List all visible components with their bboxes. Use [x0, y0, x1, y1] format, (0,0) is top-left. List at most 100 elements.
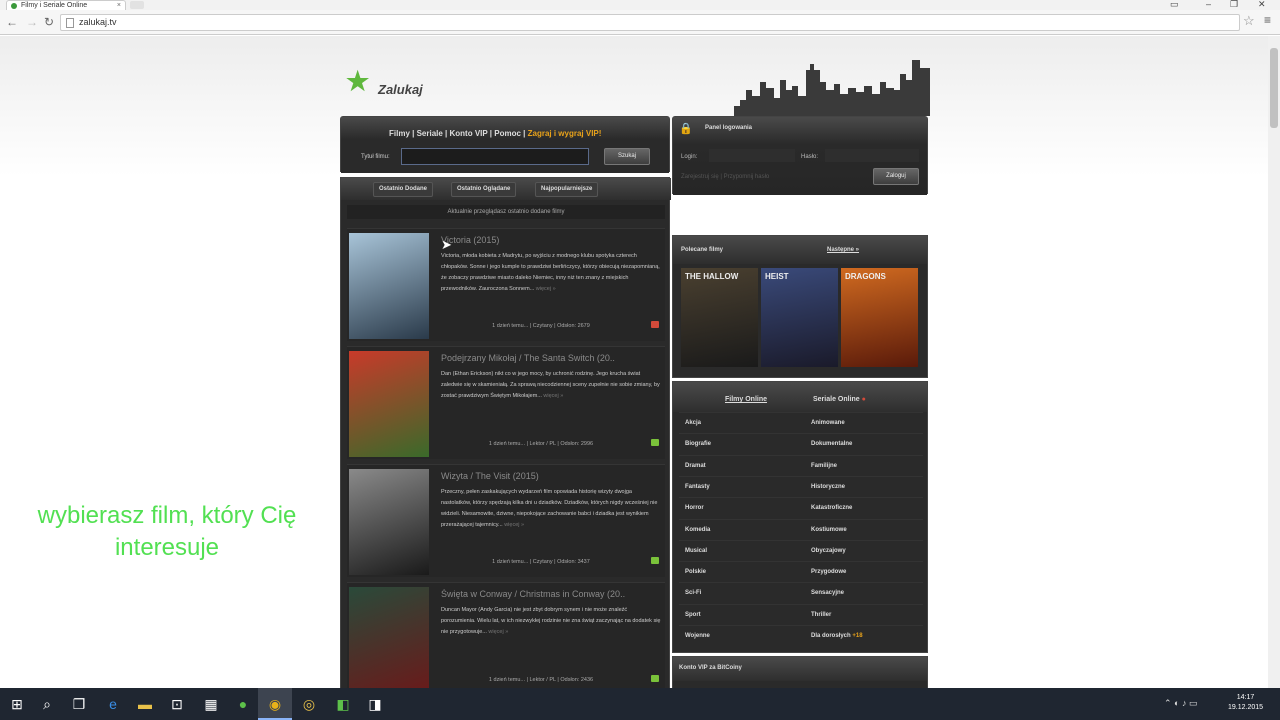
category-row: Biografie Dokumentalne: [679, 433, 923, 453]
nav-vip-link[interactable]: Zagraj i wygraj VIP!: [528, 129, 602, 138]
category-row: Fantasty Historyczne: [679, 475, 923, 496]
film-category-link[interactable]: Fantasty: [685, 484, 710, 490]
app-yellow-icon[interactable]: ◎: [292, 688, 326, 720]
tab-recently-watched[interactable]: Ostatnio Oglądane: [451, 182, 517, 197]
film-category-link[interactable]: Dramat: [685, 463, 706, 469]
series-category-link[interactable]: Katastroficzne: [811, 505, 852, 511]
series-category-link[interactable]: Obyczajowy: [811, 548, 846, 554]
close-tab-icon[interactable]: ×: [117, 1, 121, 10]
film-category-link[interactable]: Wojenne: [685, 633, 710, 639]
film-category-link[interactable]: Polskie: [685, 569, 706, 575]
address-bar[interactable]: zalukaj.tv: [60, 14, 1240, 31]
series-online-heading[interactable]: Seriale Online ●: [813, 396, 866, 403]
movie-title[interactable]: Wizyta / The Visit (2015): [441, 471, 661, 481]
app-green-icon[interactable]: ●: [226, 688, 260, 720]
thumb-up-icon: [651, 439, 659, 446]
series-category-link[interactable]: Dokumentalne: [811, 441, 852, 447]
tab-recently-added[interactable]: Ostatnio Dodane: [373, 182, 434, 197]
store-icon[interactable]: ⊡: [160, 688, 194, 720]
user-icon[interactable]: ▭: [1170, 0, 1179, 9]
movie-meta: 1 dzień temu... | Lektor / PL | Odsłon: …: [488, 677, 594, 683]
star-icon[interactable]: ☆: [1243, 13, 1255, 29]
skyline-graphic: [734, 60, 930, 116]
featured-poster-label: HEIST: [765, 272, 789, 281]
featured-poster[interactable]: HEIST: [761, 268, 838, 367]
more-link[interactable]: więcej »: [536, 286, 556, 292]
register-links[interactable]: Zarejestruj się | Przypomnij hasło: [681, 174, 769, 180]
system-tray-icons[interactable]: ⌃ ◐ ♪ ▭: [1164, 698, 1197, 709]
movie-poster[interactable]: [349, 233, 429, 339]
film-category-link[interactable]: Sci-Fi: [685, 590, 701, 596]
featured-poster[interactable]: THE HALLOW: [681, 268, 758, 367]
movie-title[interactable]: Victoria (2015): [441, 235, 661, 245]
reload-icon[interactable]: ↻: [44, 15, 54, 29]
category-row: Horror Katastroficzne: [679, 497, 923, 517]
tab-most-popular[interactable]: Najpopularniejsze: [535, 182, 599, 197]
series-category-link[interactable]: Historyczne: [811, 484, 845, 490]
edge-icon[interactable]: e: [96, 688, 130, 720]
series-category-link[interactable]: Dla dorosłych +18: [811, 633, 863, 639]
film-category-link[interactable]: Horror: [685, 505, 704, 511]
clock-time: 14:17: [1236, 694, 1255, 701]
films-online-heading[interactable]: Filmy Online: [725, 396, 767, 403]
new-tab-button[interactable]: [130, 1, 144, 9]
film-category-link[interactable]: Sport: [685, 612, 701, 618]
nav-links[interactable]: Filmy | Seriale | Konto VIP | Pomoc | Za…: [389, 129, 601, 138]
movie-item[interactable]: Wizyta / The Visit (2015) Przeczny, pełe…: [347, 464, 665, 577]
search-button[interactable]: Szukaj: [604, 148, 650, 165]
movie-description: Duncan Mayor (Andy Garcia) nie jest zbyt…: [441, 605, 661, 663]
series-category-link[interactable]: Kostiumowe: [811, 527, 847, 533]
movie-title[interactable]: Podejrzany Mikołaj / The Santa Switch (2…: [441, 353, 661, 363]
movie-item[interactable]: Święta w Conway / Christmas in Conway (2…: [347, 582, 665, 688]
windows-taskbar: ⊞ ⌕ ❐ e ▬ ⊡ ▦ ● ◉ ◎ ◧ ◨ ⌃ ◐ ♪ ▭ 14:17 19…: [0, 688, 1280, 720]
movie-poster[interactable]: [349, 351, 429, 457]
page-scrollbar[interactable]: [1268, 36, 1280, 688]
film-category-link[interactable]: Biografie: [685, 441, 711, 447]
series-category-link[interactable]: Thriller: [811, 612, 831, 618]
maximize-icon[interactable]: ❐: [1230, 0, 1238, 9]
scrollbar-thumb[interactable]: [1270, 48, 1278, 128]
film-category-link[interactable]: Musical: [685, 548, 707, 554]
app-window-icon[interactable]: ◨: [358, 688, 392, 720]
more-link[interactable]: więcej »: [543, 393, 563, 399]
series-category-link[interactable]: Animowane: [811, 420, 845, 426]
more-link[interactable]: więcej »: [504, 522, 524, 528]
series-category-link[interactable]: Przygodowe: [811, 569, 846, 575]
password-field[interactable]: [825, 149, 919, 162]
clock[interactable]: 14:17 19.12.2015: [1228, 693, 1263, 713]
login-button[interactable]: Zaloguj: [873, 168, 919, 185]
browser-tab[interactable]: Filmy i Seriale Online ×: [6, 0, 126, 10]
login-field[interactable]: [709, 149, 795, 162]
search-icon[interactable]: ⌕: [30, 688, 64, 720]
search-input[interactable]: [401, 148, 589, 165]
film-category-link[interactable]: Akcja: [685, 420, 701, 426]
minimize-icon[interactable]: ‒: [1206, 0, 1211, 9]
featured-next-link[interactable]: Następne »: [827, 247, 859, 253]
thumb-up-icon: [651, 557, 659, 564]
forward-arrow-icon[interactable]: →: [26, 15, 38, 29]
series-category-link[interactable]: Sensacyjne: [811, 590, 844, 596]
movie-poster[interactable]: [349, 469, 429, 575]
movie-poster[interactable]: [349, 587, 429, 688]
task-view-icon[interactable]: ❐: [62, 688, 96, 720]
movie-meta: 1 dzień temu... | Lektor / PL | Odsłon: …: [488, 441, 594, 447]
movie-title[interactable]: Święta w Conway / Christmas in Conway (2…: [441, 589, 661, 599]
calculator-icon[interactable]: ▦: [194, 688, 228, 720]
movie-item[interactable]: Victoria (2015) Victoria, młoda kobieta …: [347, 228, 665, 341]
start-icon[interactable]: ⊞: [0, 688, 34, 720]
series-category-link[interactable]: Familijne: [811, 463, 837, 469]
featured-poster[interactable]: DRAGONS: [841, 268, 918, 367]
nav-main-links[interactable]: Filmy | Seriale | Konto VIP | Pomoc |: [389, 129, 528, 138]
menu-icon[interactable]: ≡: [1264, 13, 1271, 27]
movie-desc-text: Przeczny, pełen zaskakujących wydarzeń f…: [441, 489, 658, 528]
file-explorer-icon[interactable]: ▬: [128, 688, 162, 720]
close-window-icon[interactable]: ✕: [1258, 0, 1266, 9]
film-category-link[interactable]: Komedia: [685, 527, 710, 533]
tab-title: Filmy i Seriale Online: [21, 2, 88, 9]
chrome-icon[interactable]: ◉: [258, 688, 292, 720]
more-link[interactable]: więcej »: [488, 629, 508, 635]
camtasia-icon[interactable]: ◧: [326, 688, 360, 720]
movie-item[interactable]: Podejrzany Mikołaj / The Santa Switch (2…: [347, 346, 665, 459]
back-arrow-icon[interactable]: ←: [6, 15, 18, 29]
mouse-cursor-icon: ➤: [441, 237, 452, 252]
